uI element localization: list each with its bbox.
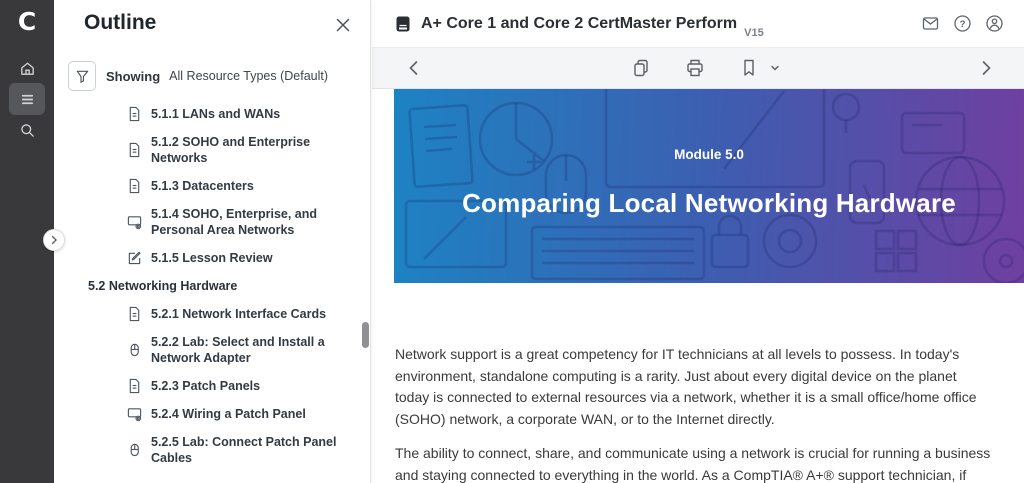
outline-item[interactable]: 5.2.1 Network Interface Cards bbox=[54, 300, 370, 328]
outline-item[interactable]: 5.1.5 Lesson Review bbox=[54, 244, 370, 272]
outline-item-label: 5.1.1 LANs and WANs bbox=[151, 107, 281, 121]
outline-menu-icon bbox=[19, 91, 36, 108]
lesson-paragraph: Network support is a great competency fo… bbox=[395, 346, 977, 427]
reader-toolbar bbox=[372, 48, 1024, 89]
course-header: A+ Core 1 and Core 2 CertMaster Perform … bbox=[372, 0, 1024, 48]
help-icon: ? bbox=[954, 15, 971, 32]
home-icon bbox=[19, 60, 36, 77]
document-icon bbox=[127, 378, 142, 394]
filter-showing-label: Showing bbox=[106, 68, 161, 84]
lab-mouse-icon bbox=[127, 342, 142, 358]
filter-button[interactable] bbox=[68, 61, 96, 91]
home-button[interactable] bbox=[0, 53, 54, 83]
document-icon bbox=[127, 142, 142, 158]
lesson-paragraph: The ability to connect, share, and commu… bbox=[395, 445, 991, 483]
outline-scrollbar-thumb[interactable] bbox=[362, 322, 369, 348]
next-page-button[interactable] bbox=[975, 57, 997, 79]
copy-button[interactable] bbox=[630, 57, 652, 79]
module-title: Comparing Local Networking Hardware bbox=[462, 188, 956, 218]
lab-mouse-icon bbox=[127, 442, 142, 458]
outline-item[interactable]: 5.2.3 Patch Panels bbox=[54, 372, 370, 400]
outline-item[interactable]: 5.1.4 SOHO, Enterprise, and Personal Are… bbox=[54, 200, 370, 244]
print-button[interactable] bbox=[684, 57, 706, 79]
chevron-left-icon bbox=[409, 61, 418, 75]
copy-icon bbox=[634, 59, 648, 77]
course-title: A+ Core 1 and Core 2 CertMaster Perform bbox=[421, 14, 738, 32]
account-icon bbox=[986, 15, 1003, 32]
outline-item-label: 5.2.4 Wiring a Patch Panel bbox=[151, 407, 306, 421]
outline-list: 5.1.1 LANs and WANs 5.1.2 SOHO and Enter… bbox=[54, 100, 370, 472]
outline-item-label: 5.2.1 Network Interface Cards bbox=[151, 307, 327, 321]
search-button[interactable] bbox=[0, 115, 54, 145]
close-outline-button[interactable] bbox=[334, 16, 352, 34]
panel-collapse-button[interactable] bbox=[43, 229, 65, 251]
outline-item[interactable]: 5.1.3 Datacenters bbox=[54, 172, 370, 200]
previous-page-button[interactable] bbox=[403, 57, 425, 79]
search-icon bbox=[19, 122, 36, 139]
outline-item-label: 5.1.2 SOHO and Enterprise Networks bbox=[151, 135, 311, 165]
outline-item-label: 5.2.5 Lab: Connect Patch Panel Cables bbox=[151, 435, 337, 465]
outline-item-label: 5.1.3 Datacenters bbox=[151, 179, 254, 193]
chevron-right-icon bbox=[51, 235, 57, 245]
activity-icon bbox=[127, 406, 142, 422]
svg-text:?: ? bbox=[960, 19, 966, 30]
comptia-logo: C bbox=[17, 7, 37, 36]
outline-item-label: 5.2.2 Lab: Select and Install a Network … bbox=[151, 335, 325, 365]
document-icon bbox=[127, 106, 142, 122]
help-button[interactable]: ? bbox=[953, 14, 972, 33]
bookmark-button[interactable] bbox=[738, 57, 760, 79]
chevron-down-icon bbox=[771, 65, 779, 71]
outline-menu-button[interactable] bbox=[0, 83, 54, 115]
outline-item[interactable]: 5.2.2 Lab: Select and Install a Network … bbox=[54, 328, 370, 372]
outline-item-label: 5.1.5 Lesson Review bbox=[151, 251, 273, 265]
main-area: A+ Core 1 and Core 2 CertMaster Perform … bbox=[372, 0, 1024, 483]
document-icon bbox=[127, 178, 142, 194]
document-icon bbox=[127, 306, 142, 322]
module-banner: Module 5.0 Comparing Local Networking Ha… bbox=[394, 89, 1024, 283]
funnel-icon bbox=[76, 70, 88, 83]
review-pencil-icon bbox=[127, 250, 142, 266]
module-number-label: Module 5.0 bbox=[674, 147, 744, 162]
bookmark-icon bbox=[744, 59, 754, 76]
outline-item[interactable]: 5.1.2 SOHO and Enterprise Networks bbox=[54, 128, 370, 172]
account-button[interactable] bbox=[985, 14, 1004, 33]
outline-panel: Outline Showing All Resource Types (Defa… bbox=[54, 0, 371, 483]
reader-icon bbox=[394, 15, 412, 33]
outline-item-label: 5.2.3 Patch Panels bbox=[151, 379, 261, 393]
activity-icon bbox=[127, 214, 142, 230]
outline-item[interactable]: 5.2.5 Lab: Connect Patch Panel Cables bbox=[54, 428, 370, 472]
lesson-content: Network support is a great competency fo… bbox=[372, 283, 1024, 483]
filter-value[interactable]: All Resource Types (Default) bbox=[169, 69, 328, 83]
course-version: V15 bbox=[744, 27, 764, 39]
outline-item[interactable]: 5.1.1 LANs and WANs bbox=[54, 100, 370, 128]
close-icon bbox=[336, 18, 350, 32]
outline-title: Outline bbox=[84, 11, 157, 34]
chevron-right-icon bbox=[982, 61, 991, 75]
outline-item[interactable]: 5.2.4 Wiring a Patch Panel bbox=[54, 400, 370, 428]
outline-item-label: 5.1.4 SOHO, Enterprise, and Personal Are… bbox=[151, 207, 318, 237]
bookmark-menu-button[interactable] bbox=[768, 61, 782, 75]
mail-icon bbox=[922, 17, 939, 30]
mail-button[interactable] bbox=[921, 14, 940, 33]
outline-section-header[interactable]: 5.2 Networking Hardware bbox=[54, 272, 370, 300]
print-icon bbox=[687, 59, 703, 77]
